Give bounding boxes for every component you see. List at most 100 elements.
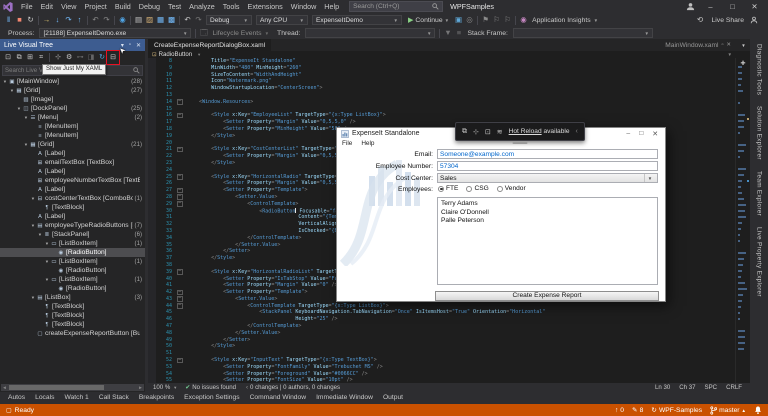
breakpoint-margin[interactable] xyxy=(148,99,156,106)
pause-icon[interactable]: ‖ xyxy=(3,13,14,27)
process-dropdown[interactable]: [21188] ExpenseItDemo.exe▼ xyxy=(39,28,191,38)
fold-margin[interactable]: – xyxy=(175,303,187,310)
close-panel-icon[interactable]: ✕ xyxy=(136,42,141,49)
tree-item[interactable]: ≡[MenuItem] xyxy=(0,122,145,131)
code-line[interactable]: 54 <Setter Property="Foreground" Value="… xyxy=(148,371,736,378)
tree-item[interactable]: ▼▣[MainWindow](28) xyxy=(0,77,145,86)
list-item[interactable]: Terry Adams xyxy=(438,200,657,209)
fold-margin[interactable]: – xyxy=(175,269,187,276)
breakpoint-margin[interactable] xyxy=(148,167,156,174)
element-selection-icon[interactable]: ⊹ xyxy=(473,128,479,136)
code-line[interactable]: 12 WindowStartupLocation="CenterScreen"> xyxy=(148,85,736,92)
breakpoint-margin[interactable] xyxy=(148,337,156,344)
breakpoint-margin[interactable] xyxy=(148,78,156,85)
breakpoint-margin[interactable] xyxy=(148,140,156,147)
show-output-icon[interactable]: ▣ xyxy=(453,13,464,27)
code-line[interactable]: 49 </Setter> xyxy=(148,337,736,344)
hot-reload-link[interactable]: Hot Reload xyxy=(509,128,542,135)
tree-item[interactable]: ⊞emailTextBox [TextBox] xyxy=(0,158,145,167)
breakpoint-margin[interactable] xyxy=(148,350,156,357)
editor-scrollbar-minimap[interactable]: ✚ xyxy=(735,58,750,383)
step-out-icon[interactable]: ↑ xyxy=(74,13,85,27)
tree-item[interactable]: ▼⊟costCenterTextBox [ComboBox](1) xyxy=(0,194,145,203)
email-field[interactable]: Someone@example.com xyxy=(437,149,658,159)
refresh-icon[interactable]: ↻ xyxy=(97,52,107,63)
column-indicator[interactable]: Ch 37 xyxy=(679,384,695,391)
menu-item-view[interactable]: View xyxy=(57,0,80,13)
lifecycle-events-label[interactable]: Lifecycle Events xyxy=(212,30,261,37)
fold-margin[interactable]: – xyxy=(175,357,187,364)
search-input[interactable]: Search (Ctrl+Q) xyxy=(349,1,443,12)
breakpoint-margin[interactable] xyxy=(148,146,156,153)
camera-icon[interactable]: ◎ xyxy=(464,13,475,27)
code-line[interactable]: 52– <Style x:Key="InputText" TargetType=… xyxy=(148,357,736,364)
bookmark-icon[interactable]: ⚑ xyxy=(480,13,491,27)
bottom-tab-command-window[interactable]: Command Window xyxy=(245,392,312,404)
feedback-icon[interactable]: ⧉ xyxy=(14,52,24,63)
breakpoint-margin[interactable] xyxy=(148,160,156,167)
code-line[interactable]: 11 Icon="Watermark.png" xyxy=(148,78,736,85)
layout-adorners-icon[interactable]: ⌗ xyxy=(36,52,46,63)
breakpoint-margin[interactable] xyxy=(148,221,156,228)
breakpoint-margin[interactable] xyxy=(148,276,156,283)
tree-item[interactable]: ≡[MenuItem] xyxy=(0,131,145,140)
code-line[interactable]: 53 <Setter Property="FontFamily" Value="… xyxy=(148,364,736,371)
application-insights-label[interactable]: Application Insights xyxy=(532,17,591,24)
application-insights-icon[interactable]: ◉ xyxy=(518,13,529,27)
tree-item[interactable]: A[Label] xyxy=(0,185,145,194)
spaces-indicator[interactable]: SPC xyxy=(705,384,718,391)
radio-option-fte[interactable]: FTE xyxy=(438,185,458,192)
breakpoint-margin[interactable] xyxy=(148,85,156,92)
intellitrace-icon[interactable]: ◉ xyxy=(117,13,128,27)
xaml-live-preview-icon[interactable]: ⧉ xyxy=(462,128,467,136)
code-line[interactable]: 46 Height="25" /> xyxy=(148,316,736,323)
fold-collapse-icon[interactable]: – xyxy=(177,174,183,180)
show-next-statement-icon[interactable]: → xyxy=(41,13,52,27)
fold-collapse-icon[interactable]: – xyxy=(177,113,183,119)
code-line[interactable]: 10 SizeToContent="WidthAndHeight" xyxy=(148,72,736,79)
breakpoint-margin[interactable] xyxy=(148,228,156,235)
breakpoint-margin[interactable] xyxy=(148,58,156,65)
tree-item[interactable]: ¶[TextBlock] xyxy=(0,320,145,329)
thread-dropdown[interactable]: ▼ xyxy=(305,28,435,38)
code-line[interactable]: 48 </Setter.Value> xyxy=(148,330,736,337)
undo-icon[interactable]: ↶ xyxy=(182,13,193,27)
breakpoint-margin[interactable] xyxy=(148,289,156,296)
maximize-button[interactable]: □ xyxy=(726,2,739,11)
create-expense-report-button[interactable]: Create Expense Report xyxy=(435,291,659,301)
fold-collapse-icon[interactable]: – xyxy=(177,303,183,309)
eol-indicator[interactable]: CRLF xyxy=(726,384,742,391)
open-file-icon[interactable]: ▨ xyxy=(144,13,155,27)
fold-margin[interactable]: – xyxy=(175,201,187,208)
tree-item[interactable]: ▨[Image] xyxy=(0,95,145,104)
stack-frame-dropdown[interactable]: ▼ xyxy=(513,28,653,38)
export-tree-icon[interactable]: ⊞ xyxy=(25,52,35,63)
continue-button[interactable]: ▶ Continue ▼ xyxy=(408,16,449,24)
code-line[interactable]: 51 xyxy=(148,350,736,357)
app-maximize-button[interactable]: □ xyxy=(639,130,643,138)
new-file-icon[interactable]: ▤ xyxy=(133,13,144,27)
menu-item-build[interactable]: Build xyxy=(111,0,135,13)
collapse-toolbar-icon[interactable]: ‹ xyxy=(576,128,578,135)
tree-item[interactable]: A[Label] xyxy=(0,149,145,158)
menu-item-debug[interactable]: Debug xyxy=(135,0,164,13)
fold-collapse-icon[interactable]: – xyxy=(177,147,183,153)
breakpoint-margin[interactable] xyxy=(148,174,156,181)
cost-center-dropdown[interactable]: Sales ▼ xyxy=(437,173,658,183)
breakpoint-margin[interactable] xyxy=(148,357,156,364)
navigate-forward-icon[interactable]: ↷ xyxy=(101,13,112,27)
branch-indicator[interactable]: master ▲ xyxy=(710,406,746,415)
list-item[interactable]: Palle Peterson xyxy=(438,217,657,226)
line-indicator[interactable]: Ln 30 xyxy=(655,384,670,391)
pending-commits-indicator[interactable]: ↑0 xyxy=(615,407,624,414)
breakpoint-margin[interactable] xyxy=(148,126,156,133)
platform-dropdown[interactable]: Any CPU▼ xyxy=(256,15,308,25)
bottom-tab-watch-1[interactable]: Watch 1 xyxy=(59,392,93,404)
tree-item[interactable]: ▼▤[ListBox](3) xyxy=(0,293,145,302)
menu-item-window[interactable]: Window xyxy=(287,0,321,13)
code-line[interactable]: 17 <Setter Property="Margin" Value="0,5,… xyxy=(148,119,736,126)
stop-icon[interactable]: ■ xyxy=(14,13,25,27)
breakpoint-margin[interactable] xyxy=(148,194,156,201)
tree-item[interactable]: ▼▤employeeTypeRadioButtons [ListBox](7) xyxy=(0,221,145,230)
code-line[interactable]: 50 </Style> xyxy=(148,343,736,350)
